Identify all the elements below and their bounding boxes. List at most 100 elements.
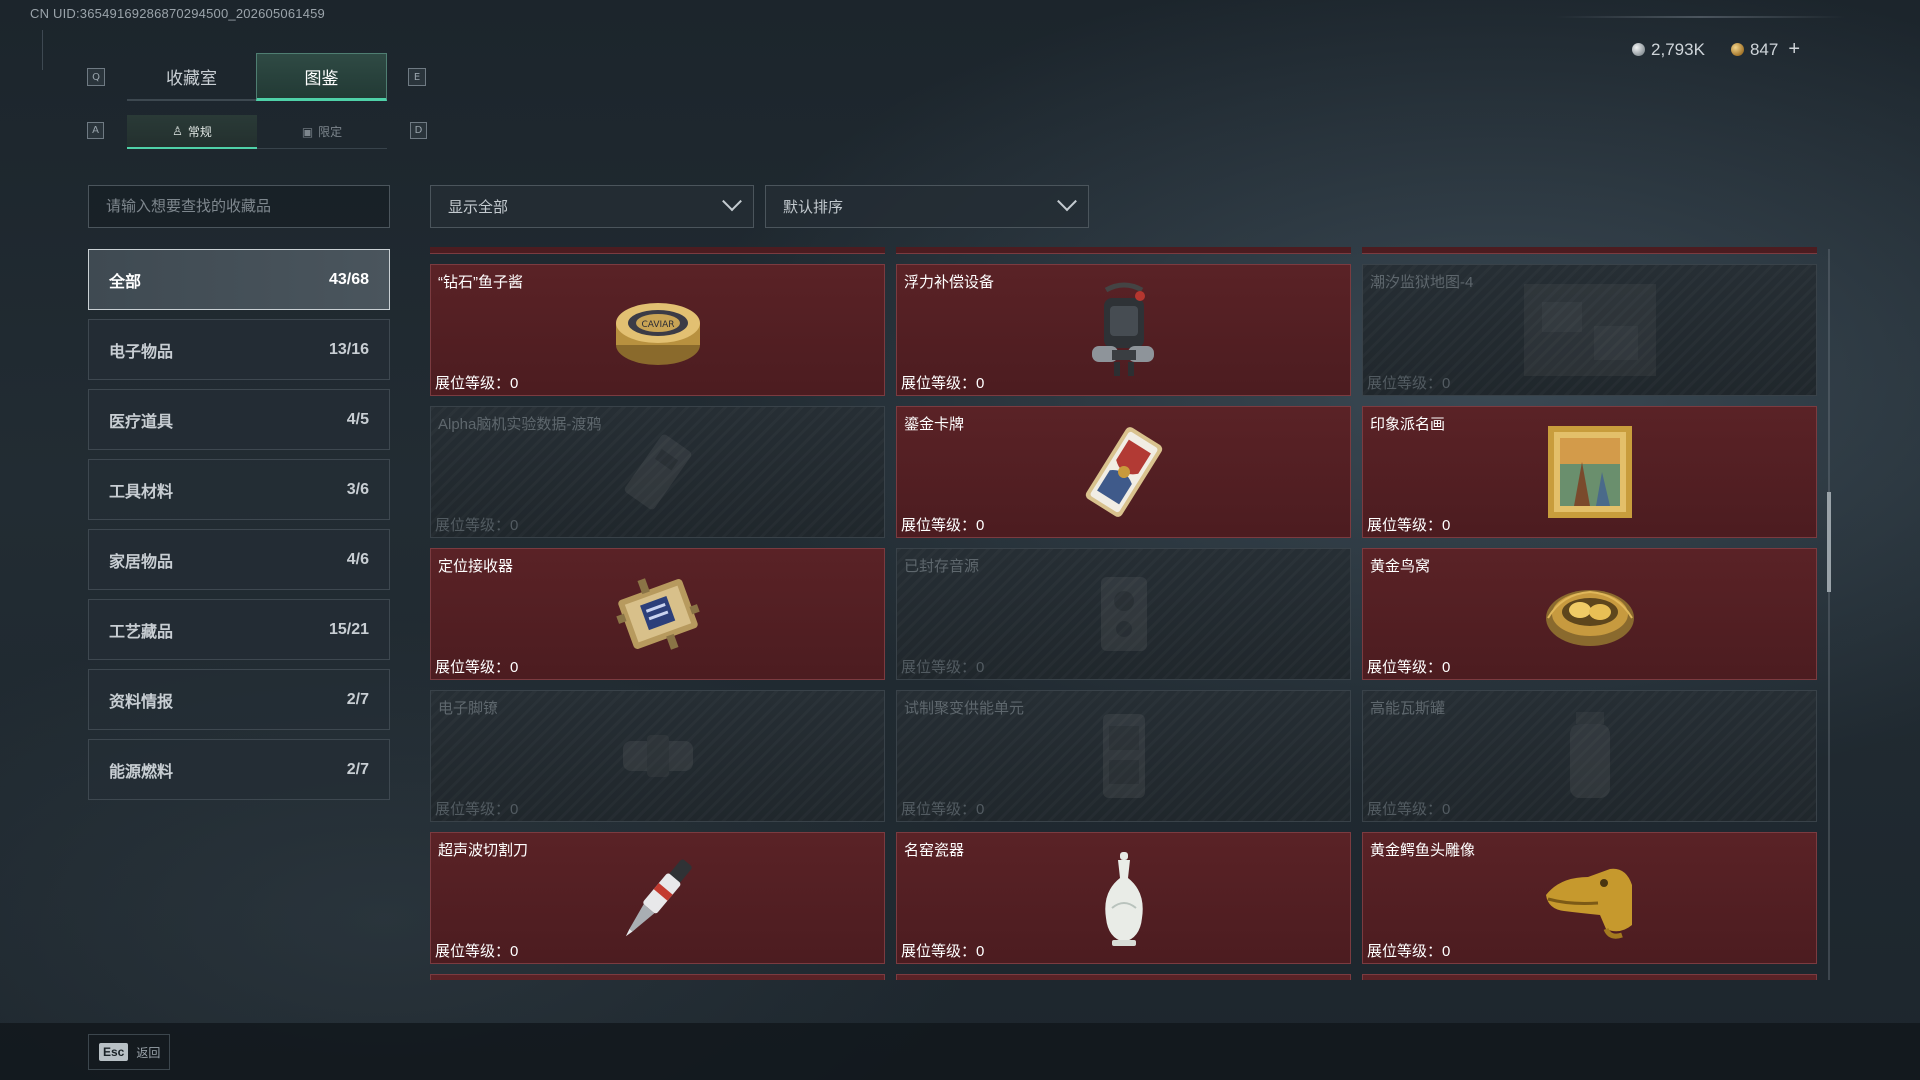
subtab-label: 常规 [187, 124, 212, 139]
card-level: 展位等级：0 [1367, 372, 1450, 393]
card-name: 黄金鸟窝 [1370, 558, 1431, 575]
level-label: 展位等级： [435, 659, 511, 676]
category-count: 4/6 [346, 550, 369, 568]
level-label: 展位等级： [1367, 801, 1443, 818]
collectible-card-partial[interactable] [1362, 974, 1817, 980]
level-label: 展位等级： [1367, 375, 1443, 392]
level-label: 展位等级： [901, 375, 977, 392]
category-label: 工艺藏品 [109, 623, 174, 641]
category-label: 电子物品 [109, 343, 174, 361]
category-count: 2/7 [346, 760, 369, 778]
scrollbar-thumb[interactable] [1827, 492, 1831, 592]
card-level: 展位等级：0 [435, 940, 518, 961]
collectible-card[interactable]: “钻石”鱼子酱 CAVIAR 展位等级：0 [430, 264, 885, 396]
gold-amount: 847 [1749, 39, 1779, 59]
collectible-grid-viewport: “钻石”鱼子酱 CAVIAR 展位等级：0 浮力补偿设备 展位等级：0 潮汐监狱… [430, 247, 1818, 980]
card-name: 电子脚镣 [438, 700, 499, 717]
chevron-down-icon [722, 190, 742, 211]
collectible-card[interactable]: 印象派名画 展位等级：0 [1362, 406, 1817, 538]
bottom-bar [0, 1023, 1920, 1080]
subtab-regular[interactable]: ♙ 常规 [127, 115, 257, 149]
chevron-down-icon [1057, 190, 1077, 211]
card-name: 浮力补偿设备 [904, 274, 995, 291]
level-value: 0 [976, 517, 985, 534]
category-all[interactable]: 全部 43/68 [88, 249, 390, 310]
category-electronics[interactable]: 电子物品 13/16 [88, 319, 390, 380]
silver-coin-icon [1632, 43, 1646, 56]
category-household[interactable]: 家居物品 4/6 [88, 529, 390, 590]
category-count: 15/21 [328, 620, 369, 638]
collectible-card[interactable]: 潮汐监狱地图-4 展位等级：0 [1362, 264, 1817, 396]
card-name: 超声波切割刀 [438, 842, 529, 859]
level-label: 展位等级： [1367, 517, 1443, 534]
card-name: Alpha脑机实验数据-渡鸦 [438, 416, 602, 433]
collectible-card[interactable]: 定位接收器 展位等级：0 [430, 548, 885, 680]
collectible-card[interactable]: 电子脚镣 展位等级：0 [430, 690, 885, 822]
level-label: 展位等级： [1367, 943, 1443, 960]
sort-dropdown[interactable]: 默认排序 [765, 185, 1089, 228]
card-level: 展位等级：0 [435, 798, 518, 819]
add-currency-button[interactable]: + [1788, 38, 1800, 61]
level-label: 展位等级： [435, 517, 511, 534]
tab-collection-room[interactable]: 收藏室 [127, 53, 256, 101]
level-label: 展位等级： [901, 943, 977, 960]
figure-icon: ♙ [172, 124, 183, 138]
level-value: 0 [1442, 659, 1451, 676]
sort-dropdown-label: 默认排序 [783, 199, 844, 216]
scrollbar-track[interactable] [1828, 249, 1830, 980]
esc-key-hint: Esc [99, 1043, 129, 1061]
collectible-card[interactable]: Alpha脑机实验数据-渡鸦 展位等级：0 [430, 406, 885, 538]
card-level: 展位等级：0 [1367, 798, 1450, 819]
level-value: 0 [976, 801, 985, 818]
level-label: 展位等级： [901, 517, 977, 534]
tab-catalog[interactable]: 图鉴 [256, 53, 387, 101]
card-name: 试制聚变供能单元 [904, 700, 1025, 717]
category-list: 全部 43/68 电子物品 13/16 医疗道具 4/5 工具材料 3/6 家居… [88, 249, 390, 800]
collectible-card[interactable]: 超声波切割刀 展位等级：0 [430, 832, 885, 964]
collectible-card-partial[interactable] [430, 974, 885, 980]
category-intel[interactable]: 资料情报 2/7 [88, 669, 390, 730]
category-tools[interactable]: 工具材料 3/6 [88, 459, 390, 520]
subtab-limited[interactable]: ▣ 限定 [257, 115, 387, 149]
collectible-card[interactable]: 黄金鸟窝 展位等级：0 [1362, 548, 1817, 680]
currency-bar: 2,793K 847 + [1632, 38, 1800, 61]
card-level: 展位等级：0 [435, 372, 518, 393]
card-name: 黄金鳄鱼头雕像 [1370, 842, 1476, 859]
collectible-card[interactable]: 名窑瓷器 展位等级：0 [896, 832, 1351, 964]
collectible-card[interactable]: 鎏金卡牌 展位等级：0 [896, 406, 1351, 538]
key-hint-e: E [408, 68, 426, 86]
collectible-card-partial[interactable] [896, 974, 1351, 980]
category-energy[interactable]: 能源燃料 2/7 [88, 739, 390, 800]
search-input[interactable] [104, 197, 389, 216]
category-label: 工具材料 [109, 483, 174, 501]
key-hint-d: D [410, 122, 427, 139]
collectible-card[interactable]: 试制聚变供能单元 展位等级：0 [896, 690, 1351, 822]
category-count: 4/5 [346, 410, 369, 428]
collectible-card[interactable]: 已封存音源 展位等级：0 [896, 548, 1351, 680]
collectible-card[interactable]: 高能瓦斯罐 展位等级：0 [1362, 690, 1817, 822]
collectible-card[interactable]: 黄金鳄鱼头雕像 展位等级：0 [1362, 832, 1817, 964]
level-value: 0 [1442, 375, 1451, 392]
back-button[interactable]: Esc 返回 [88, 1034, 170, 1070]
category-crafts[interactable]: 工艺藏品 15/21 [88, 599, 390, 660]
collectible-card[interactable]: 浮力补偿设备 展位等级：0 [896, 264, 1351, 396]
level-value: 0 [976, 659, 985, 676]
painting-icon [1540, 422, 1640, 522]
filter-dropdown[interactable]: 显示全部 [430, 185, 754, 228]
fusion-unit-icon [1074, 706, 1174, 806]
card-name: 鎏金卡牌 [904, 416, 965, 433]
sub-tabs: ♙ 常规 ▣ 限定 [127, 115, 387, 149]
category-count: 13/16 [328, 340, 369, 358]
partial-card-edge [1362, 247, 1817, 254]
svg-text:CAVIAR: CAVIAR [641, 320, 674, 330]
partial-card-edge [896, 247, 1351, 254]
card-name: 高能瓦斯罐 [1370, 700, 1446, 717]
gold-currency: 847 + [1730, 38, 1800, 61]
corner-decoration [42, 30, 49, 70]
audio-device-icon [1074, 564, 1174, 664]
category-label: 全部 [109, 273, 142, 291]
level-value: 0 [510, 659, 519, 676]
silver-amount: 2,793K [1651, 39, 1705, 59]
category-medical[interactable]: 医疗道具 4/5 [88, 389, 390, 450]
level-label: 展位等级： [435, 943, 511, 960]
